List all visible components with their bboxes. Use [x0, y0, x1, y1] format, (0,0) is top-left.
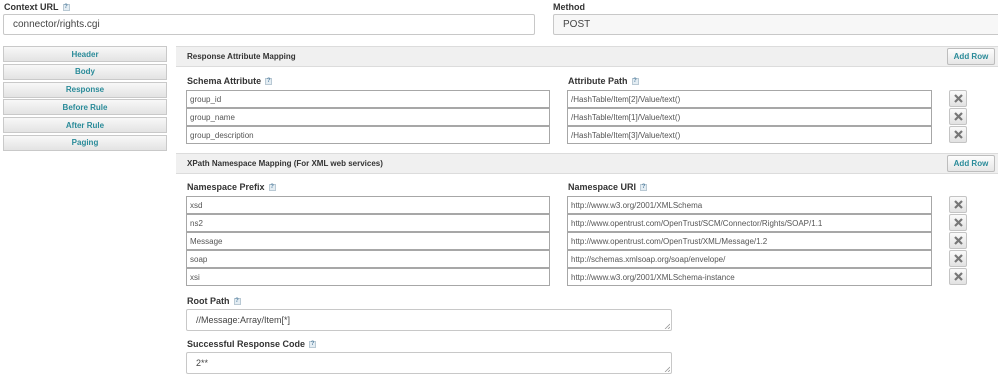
delete-row-button[interactable] — [949, 90, 967, 107]
root-path-label: Root Path ? — [187, 296, 241, 306]
delete-row-button[interactable] — [949, 108, 967, 125]
add-row-button[interactable]: Add Row — [947, 155, 995, 172]
nav-before-rule[interactable]: Before Rule — [3, 99, 167, 116]
delete-x-icon — [953, 200, 963, 209]
section-nav: Header Body Response Before Rule After R… — [3, 46, 167, 153]
attribute-path-field[interactable]: /HashTable/Item[1]/Value/text() — [567, 108, 932, 126]
help-icon[interactable]: ? — [233, 297, 241, 305]
schema-attribute-field[interactable]: group_description — [186, 126, 550, 144]
schema-attribute-field[interactable]: group_id — [186, 90, 550, 108]
namespace-mapping-header: XPath Namespace Mapping (For XML web ser… — [176, 153, 998, 174]
namespace-prefix-field[interactable]: xsi — [186, 268, 550, 286]
delete-x-icon — [953, 94, 963, 103]
delete-row-button[interactable] — [949, 250, 967, 267]
attribute-path-label: Attribute Path ? — [568, 76, 639, 86]
nav-body[interactable]: Body — [3, 63, 167, 80]
delete-row-button[interactable] — [949, 268, 967, 285]
delete-x-icon — [953, 272, 963, 281]
root-path-textarea[interactable]: //Message:Array/Item[*] — [186, 309, 672, 331]
resize-grip-icon[interactable] — [664, 323, 670, 329]
attribute-path-field[interactable]: /HashTable/Item[3]/Value/text() — [567, 126, 932, 144]
namespace-prefix-label: Namespace Prefix ? — [187, 182, 276, 192]
nav-header[interactable]: Header — [3, 46, 167, 62]
namespace-prefix-field[interactable]: soap — [186, 250, 550, 268]
context-url-input[interactable]: connector/rights.cgi — [3, 14, 535, 35]
success-code-label: Successful Response Code ? — [187, 339, 317, 349]
namespace-uri-label: Namespace URI ? — [568, 182, 648, 192]
help-icon[interactable]: ? — [265, 77, 273, 85]
delete-row-button[interactable] — [949, 214, 967, 231]
help-icon[interactable]: ? — [309, 340, 317, 348]
namespace-uri-field[interactable]: http://schemas.xmlsoap.org/soap/envelope… — [567, 250, 932, 268]
context-url-label: Context URL ? — [4, 2, 70, 12]
schema-attribute-label: Schema Attribute ? — [187, 76, 273, 86]
nav-after-rule[interactable]: After Rule — [3, 117, 167, 134]
delete-row-button[interactable] — [949, 232, 967, 249]
help-icon[interactable]: ? — [631, 77, 639, 85]
namespace-uri-field[interactable]: http://www.opentrust.com/OpenTrust/SCM/C… — [567, 214, 932, 232]
schema-attribute-field[interactable]: group_name — [186, 108, 550, 126]
method-label: Method — [553, 2, 585, 12]
delete-row-button[interactable] — [949, 196, 967, 213]
response-mapping-header: Response Attribute Mapping Add Row — [176, 46, 998, 67]
help-icon[interactable]: ? — [62, 3, 70, 11]
add-row-button[interactable]: Add Row — [947, 48, 995, 65]
delete-row-button[interactable] — [949, 126, 967, 143]
help-icon[interactable]: ? — [640, 183, 648, 191]
namespace-uri-field[interactable]: http://www.w3.org/2001/XMLSchema-instanc… — [567, 268, 932, 286]
nav-paging[interactable]: Paging — [3, 134, 167, 151]
nav-response[interactable]: Response — [3, 81, 167, 98]
resize-grip-icon[interactable] — [664, 366, 670, 372]
namespace-uri-field[interactable]: http://www.w3.org/2001/XMLSchema — [567, 196, 932, 214]
namespace-prefix-field[interactable]: Message — [186, 232, 550, 250]
namespace-uri-field[interactable]: http://www.opentrust.com/OpenTrust/XML/M… — [567, 232, 932, 250]
response-mapping-title: Response Attribute Mapping — [187, 52, 296, 61]
namespace-prefix-field[interactable]: xsd — [186, 196, 550, 214]
delete-x-icon — [953, 130, 963, 139]
success-code-textarea[interactable]: 2** — [186, 352, 672, 374]
delete-x-icon — [953, 254, 963, 263]
namespace-mapping-title: XPath Namespace Mapping (For XML web ser… — [187, 159, 383, 168]
attribute-path-field[interactable]: /HashTable/Item[2]/Value/text() — [567, 90, 932, 108]
delete-x-icon — [953, 112, 963, 121]
delete-x-icon — [953, 236, 963, 245]
help-icon[interactable]: ? — [268, 183, 276, 191]
delete-x-icon — [953, 218, 963, 227]
namespace-prefix-field[interactable]: ns2 — [186, 214, 550, 232]
method-field: POST — [553, 14, 998, 35]
